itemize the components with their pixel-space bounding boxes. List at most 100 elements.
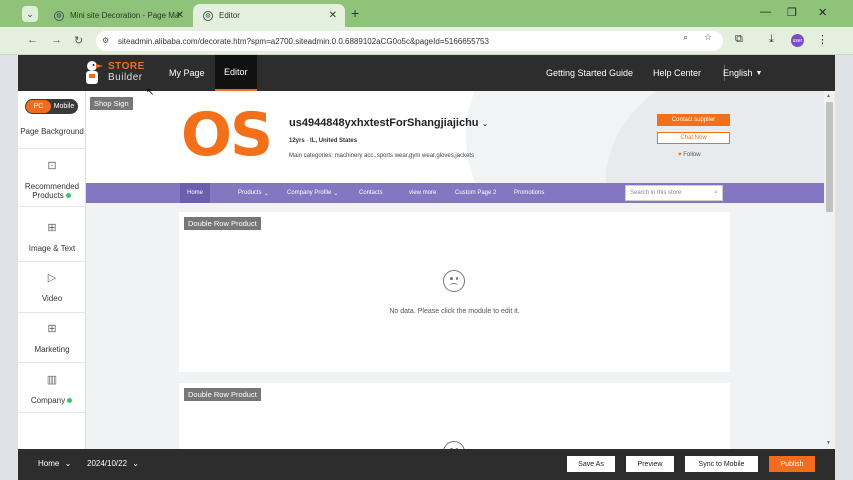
version-date: 2024/10/22 xyxy=(87,459,128,468)
browser-tab-strip: ⌄ ◍ Mini site Decoration - Page Ma ✕ ◍ E… xyxy=(0,0,853,27)
store-name: us4944848yxhxtestForShangjiajichu ⌄ xyxy=(289,117,488,129)
store-nav-custom-page-2[interactable]: Custom Page 2 xyxy=(448,183,503,203)
nav-label: Home xyxy=(187,190,204,196)
nav-label: Contacts xyxy=(359,190,383,196)
store-nav-bar: Home Products ⌄ Company Profile ⌄ Contacts… xyxy=(86,183,824,203)
store-nav-promotions[interactable]: Promotions xyxy=(507,183,551,203)
page-background-button[interactable]: Page Background xyxy=(18,127,86,136)
menu-kebab-icon[interactable]: ⋮ xyxy=(817,33,828,46)
minimize-icon[interactable]: — xyxy=(760,6,771,18)
scroll-thumb[interactable] xyxy=(826,102,833,212)
module-marketing[interactable]: ⊞ Marketing xyxy=(18,322,86,354)
language-label: English xyxy=(723,68,753,78)
module-video[interactable]: ▷ Video xyxy=(18,271,86,303)
empty-message: No data. Please click the module to edit… xyxy=(389,308,520,315)
chat-now-button[interactable]: Chat Now xyxy=(657,132,730,144)
site-info-icon[interactable]: ⚙ xyxy=(102,36,112,46)
zoom-icon[interactable]: ⌕ xyxy=(683,32,688,43)
logo-line-2: Builder xyxy=(108,72,143,83)
module-panel: PC Mobile Page Background ⊡ Recommended … xyxy=(18,91,86,449)
mouse-cursor-icon: ↖ xyxy=(146,87,155,98)
store-search-input[interactable]: Search in this store ⌕ xyxy=(625,185,723,201)
follow-button[interactable]: ♥ Follow xyxy=(678,152,701,158)
store-builder-logo-text: STORE Builder xyxy=(108,61,145,83)
help-center-link[interactable]: Help Center xyxy=(653,55,701,91)
save-as-button[interactable]: Save As xyxy=(567,456,615,472)
app-header: STORE Builder My Page Editor Getting Sta… xyxy=(18,55,835,91)
pc-mobile-toggle[interactable]: PC Mobile xyxy=(25,99,78,114)
tab-search-icon[interactable]: ⌄ xyxy=(22,6,38,22)
module-label: Marketing xyxy=(34,345,70,354)
bookmark-star-icon[interactable]: ☆ xyxy=(704,32,712,43)
store-logo: OS xyxy=(181,100,273,170)
store-nav-company-profile[interactable]: Company Profile ⌄ xyxy=(280,183,345,203)
download-icon[interactable]: ⤓ xyxy=(769,33,774,46)
publish-button[interactable]: Publish xyxy=(769,456,815,472)
nav-label: Products xyxy=(238,190,262,196)
store-nav-products[interactable]: Products ⌄ xyxy=(231,183,276,203)
forward-icon[interactable]: → xyxy=(51,34,62,46)
store-nav-contacts[interactable]: Contacts xyxy=(352,183,390,203)
contact-supplier-button[interactable]: Contact supplier xyxy=(657,114,730,126)
reload-icon[interactable]: ↻ xyxy=(74,34,83,47)
url-bar[interactable]: ⚙ siteadmin.alibaba.com/decorate.htm?spm… xyxy=(96,31,723,51)
module-company[interactable]: ▥ Company xyxy=(18,373,86,405)
toggle-pc[interactable]: PC xyxy=(26,100,51,113)
browser-tab-1[interactable]: ◍ Mini site Decoration - Page Ma ✕ xyxy=(44,4,192,27)
store-nav-home[interactable]: Home xyxy=(180,183,211,203)
preview-button[interactable]: Preview xyxy=(626,456,674,472)
url-text: siteadmin.alibaba.com/decorate.htm?spm=a… xyxy=(118,36,489,46)
store-meta: 12yrs · IL, United States xyxy=(289,138,357,144)
restore-icon[interactable]: ❐ xyxy=(787,6,797,19)
canvas-scrollbar[interactable]: ▲ ▼ xyxy=(824,91,835,449)
module-label: Company xyxy=(30,396,66,405)
nav-label: Custom Page 2 xyxy=(455,190,497,196)
new-tab-icon[interactable]: + xyxy=(351,5,359,21)
marketing-icon: ⊞ xyxy=(47,323,57,335)
shop-sign-label[interactable]: Shop Sign xyxy=(90,97,133,110)
chevron-down-icon[interactable]: ⌄ xyxy=(482,119,489,128)
tab-title: Mini site Decoration - Page Ma xyxy=(70,11,180,20)
store-main-categories: Main categories: machinery acc.,sports w… xyxy=(289,153,475,159)
search-icon[interactable]: ⌕ xyxy=(714,189,718,197)
back-icon[interactable]: ← xyxy=(27,34,38,46)
nav-editor[interactable]: Editor xyxy=(215,55,257,91)
module-label: Video xyxy=(41,294,63,303)
double-row-product-module[interactable]: Double Row Product No data. Please click… xyxy=(179,212,730,372)
page-label: Home xyxy=(38,459,60,468)
company-icon: ▥ xyxy=(46,374,58,386)
chevron-down-icon: ⌄ xyxy=(64,459,72,468)
extensions-icon[interactable]: ⧉ xyxy=(735,33,743,46)
version-selector[interactable]: 2024/10/22 ⌄ xyxy=(87,459,139,468)
module-label: Double Row Product xyxy=(184,217,261,230)
module-image-text[interactable]: ⊞ Image & Text xyxy=(18,221,86,253)
module-label: Double Row Product xyxy=(184,388,261,401)
sync-to-mobile-button[interactable]: Sync to Mobile xyxy=(685,456,758,472)
divider xyxy=(18,362,86,363)
close-icon[interactable]: ✕ xyxy=(329,10,337,21)
store-name-text: us4944848yxhxtestForShangjiajichu xyxy=(289,117,479,129)
profile-avatar[interactable]: user xyxy=(791,34,804,47)
divider xyxy=(18,148,86,149)
language-selector[interactable]: English ▼ xyxy=(723,55,762,91)
scroll-down-icon[interactable]: ▼ xyxy=(826,440,831,446)
nav-label: view more xyxy=(409,190,437,196)
browser-tab-2[interactable]: ◍ Editor ✕ xyxy=(193,4,345,27)
getting-started-link[interactable]: Getting Started Guide xyxy=(546,55,633,91)
store-nav-view-more[interactable]: view more xyxy=(402,183,443,203)
window-close-icon[interactable]: ✕ xyxy=(818,6,827,19)
page-selector[interactable]: Home ⌄ xyxy=(38,459,71,468)
tab-title: Editor xyxy=(219,11,240,20)
toggle-mobile[interactable]: Mobile xyxy=(51,103,77,110)
scroll-up-icon[interactable]: ▲ xyxy=(826,93,831,99)
logo-line-1: STORE xyxy=(108,61,145,72)
close-icon[interactable]: ✕ xyxy=(176,10,184,21)
address-bar-row: ← → ↻ ⚙ siteadmin.alibaba.com/decorate.h… xyxy=(0,27,853,55)
nav-my-page[interactable]: My Page xyxy=(160,55,214,91)
double-row-product-module[interactable]: Double Row Product xyxy=(179,383,730,449)
module-recommended-products[interactable]: ⊡ Recommended Products xyxy=(18,159,86,200)
chevron-down-icon: ⌄ xyxy=(132,459,139,468)
sad-face-icon xyxy=(443,441,465,449)
chevron-down-icon: ⌄ xyxy=(263,190,269,197)
store-header[interactable]: Shop Sign OS us4944848yxhxtestForShangji… xyxy=(86,91,824,183)
